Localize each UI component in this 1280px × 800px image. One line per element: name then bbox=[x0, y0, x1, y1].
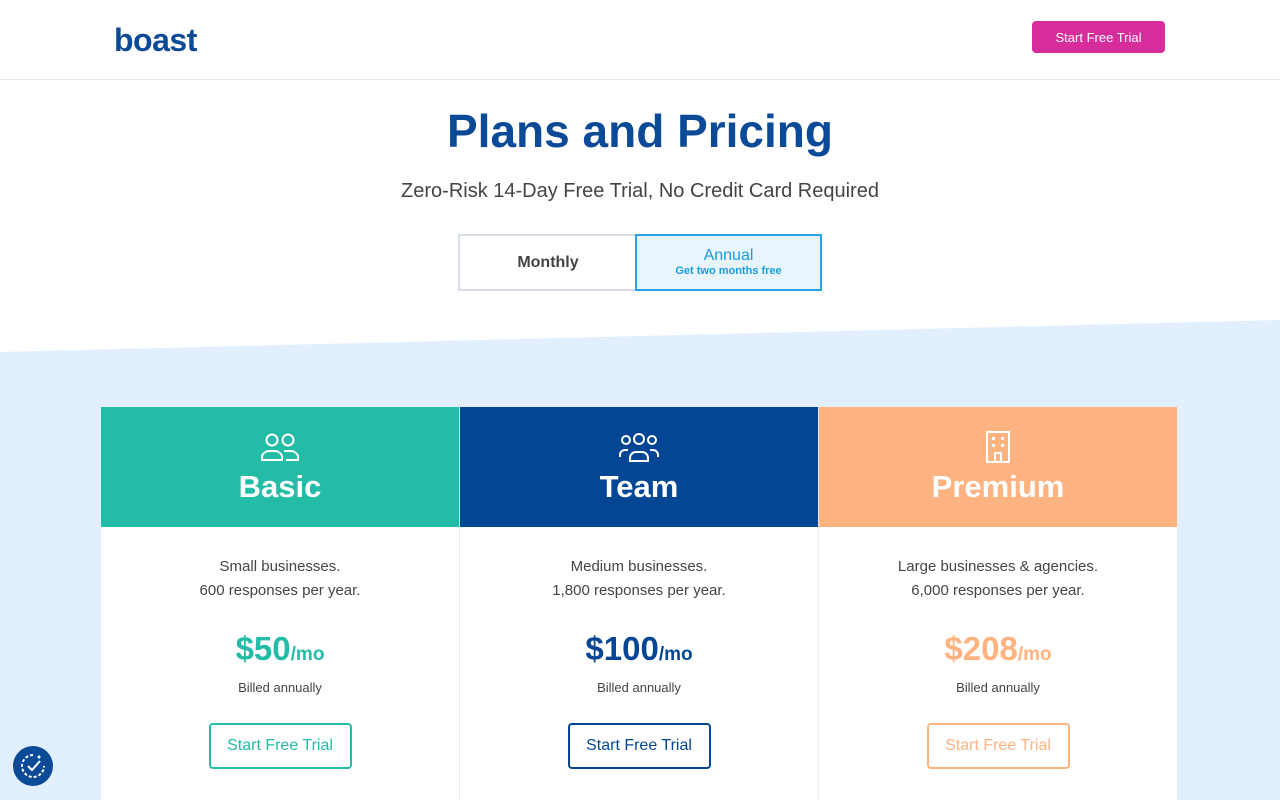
plan-name: Basic bbox=[238, 469, 322, 504]
plan-responses: 6,000 responses per year. bbox=[911, 582, 1085, 599]
basic-start-trial-button[interactable]: Start Free Trial bbox=[208, 723, 352, 769]
monthly-label: Monthly bbox=[517, 253, 579, 271]
page-subtitle: Zero-Risk 14-Day Free Trial, No Credit C… bbox=[401, 180, 879, 202]
plan-audience: Medium businesses. bbox=[570, 558, 708, 575]
header-start-trial-button[interactable]: Start Free Trial bbox=[1032, 21, 1165, 53]
team-icon bbox=[619, 433, 659, 462]
accessibility-icon bbox=[21, 754, 45, 778]
billing-toggle: Monthly Annual Get two months free bbox=[458, 234, 822, 291]
billing-note: Billed annually bbox=[597, 680, 681, 695]
plan-body-basic: Small businesses. 600 responses per year… bbox=[101, 527, 459, 769]
plan-name: Premium bbox=[931, 469, 1065, 504]
team-start-trial-button[interactable]: Start Free Trial bbox=[567, 723, 711, 769]
page-title: Plans and Pricing bbox=[447, 105, 833, 157]
plan-card-premium: Premium Large businesses & agencies. 6,0… bbox=[819, 407, 1178, 800]
premium-start-trial-button[interactable]: Start Free Trial bbox=[926, 723, 1070, 769]
plan-header-team: Team bbox=[460, 407, 818, 527]
annual-discount-note: Get two months free bbox=[675, 265, 782, 277]
accessibility-widget-button[interactable] bbox=[13, 746, 53, 786]
plan-price: $100/mo bbox=[460, 629, 818, 676]
plan-price: $208/mo bbox=[819, 629, 1177, 676]
plan-body-team: Medium businesses. 1,800 responses per y… bbox=[460, 527, 818, 769]
billing-note: Billed annually bbox=[956, 680, 1040, 695]
billing-note: Billed annually bbox=[238, 680, 322, 695]
plan-responses: 1,800 responses per year. bbox=[552, 582, 726, 599]
plan-responses: 600 responses per year. bbox=[199, 582, 361, 599]
plan-card-basic: Basic Small businesses. 600 responses pe… bbox=[101, 407, 460, 800]
plan-audience: Small businesses. bbox=[219, 558, 341, 575]
plan-header-basic: Basic bbox=[101, 407, 459, 527]
plan-price: $50/mo bbox=[101, 629, 459, 676]
annual-option-button[interactable]: Annual Get two months free bbox=[635, 234, 822, 291]
plan-card-team: Team Medium businesses. 1,800 responses … bbox=[460, 407, 819, 800]
site-header: boast Start Free Trial bbox=[0, 0, 1280, 80]
plan-body-premium: Large businesses & agencies. 6,000 respo… bbox=[819, 527, 1177, 769]
price-amount: $208 bbox=[944, 630, 1018, 667]
users-icon bbox=[261, 433, 299, 461]
monthly-option-button[interactable]: Monthly bbox=[458, 234, 636, 291]
price-unit: /mo bbox=[1017, 644, 1052, 665]
plan-name: Team bbox=[599, 469, 679, 504]
building-icon bbox=[986, 431, 1010, 463]
plan-header-premium: Premium bbox=[819, 407, 1177, 527]
boast-logo[interactable]: boast bbox=[114, 22, 197, 59]
price-unit: /mo bbox=[658, 644, 693, 665]
price-amount: $50 bbox=[235, 630, 291, 667]
plan-audience: Large businesses & agencies. bbox=[897, 558, 1099, 575]
annual-label: Annual bbox=[703, 247, 754, 264]
price-amount: $100 bbox=[585, 630, 659, 667]
price-unit: /mo bbox=[290, 644, 325, 665]
